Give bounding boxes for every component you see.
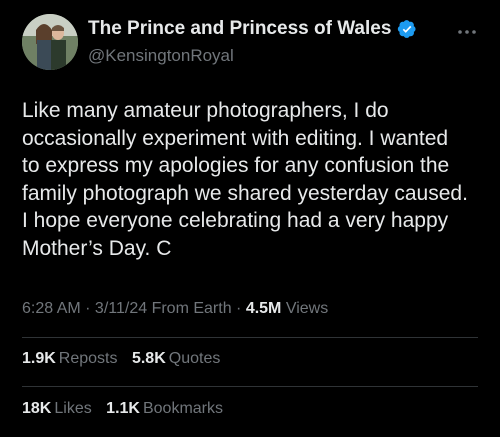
bookmarks-count: 1.1K: [106, 400, 140, 417]
more-horizontal-icon[interactable]: [456, 24, 478, 34]
views-count: 4.5M: [245, 300, 282, 317]
handle[interactable]: @KensingtonRoyal: [88, 46, 417, 66]
name-row: The Prince and Princess of Wales: [88, 18, 417, 40]
reposts-stat[interactable]: 1.9K Reposts: [22, 350, 118, 368]
tweet-meta: 6:28 AM · 3/11/24 From Earth · 4.5M View…: [22, 300, 328, 318]
divider: [22, 386, 478, 387]
meta-separator: ·: [80, 300, 95, 317]
tweet-header: The Prince and Princess of Wales @Kensin…: [22, 14, 482, 74]
reposts-count: 1.9K: [22, 350, 56, 367]
quotes-stat[interactable]: 5.8K Quotes: [132, 350, 220, 368]
engagement-row-1: 1.9K Reposts 5.8K Quotes: [22, 350, 230, 368]
avatar-photo-icon: [22, 14, 78, 70]
quotes-label: Quotes: [168, 350, 221, 367]
likes-count: 18K: [22, 400, 52, 417]
avatar[interactable]: [22, 14, 78, 70]
reposts-label: Reposts: [58, 350, 118, 367]
display-name[interactable]: The Prince and Princess of Wales: [88, 18, 391, 40]
likes-label: Likes: [54, 400, 92, 417]
tweet-location: From Earth: [147, 300, 232, 317]
author-info: The Prince and Princess of Wales @Kensin…: [88, 18, 417, 66]
quotes-count: 5.8K: [131, 350, 166, 367]
meta-separator: ·: [231, 300, 246, 317]
bookmarks-stat[interactable]: 1.1K Bookmarks: [106, 400, 223, 418]
tweet-date[interactable]: 3/11/24: [95, 300, 147, 317]
likes-stat[interactable]: 18K Likes: [22, 400, 92, 418]
verified-badge-icon[interactable]: [397, 19, 417, 39]
views-label: Views: [281, 300, 329, 317]
engagement-row-2: 18K Likes 1.1K Bookmarks: [22, 400, 233, 418]
tweet-text: Like many amateur photographers, I do oc…: [22, 99, 468, 260]
divider: [22, 337, 478, 338]
bookmarks-label: Bookmarks: [142, 400, 223, 417]
tweet-time[interactable]: 6:28 AM: [22, 300, 81, 317]
